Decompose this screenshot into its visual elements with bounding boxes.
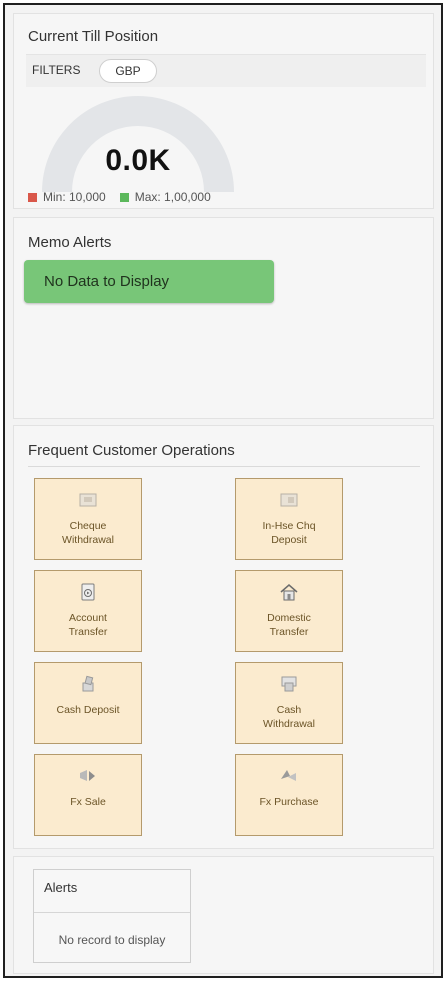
filters-label: FILTERS: [32, 63, 81, 77]
operation-label: Account Transfer: [68, 612, 108, 638]
operation-label: Domestic Transfer: [267, 612, 311, 638]
fx-sale-button[interactable]: Fx Sale: [34, 754, 142, 836]
no-data-message: No Data to Display: [24, 260, 274, 303]
max-label: Max: 1,00,000: [134, 190, 211, 204]
divider: [28, 466, 420, 467]
domestic-transfer-button[interactable]: Domestic Transfer: [235, 570, 343, 652]
panel-title: Memo Alerts: [28, 234, 112, 251]
cheque-withdrawal-button[interactable]: Cheque Withdrawal: [34, 478, 142, 560]
gauge-value: 0.0K: [105, 144, 171, 177]
account-transfer-icon: [77, 581, 99, 603]
operation-label: Cash Deposit: [56, 704, 120, 716]
till-position-panel: Current Till Position FILTERS GBP 0.0K M…: [13, 13, 434, 209]
till-gauge: [42, 96, 234, 192]
min-label: Min: 10,000: [43, 190, 106, 204]
app-frame: Current Till Position FILTERS GBP 0.0K M…: [3, 3, 443, 978]
alerts-title: Alerts: [44, 880, 78, 895]
fx-purchase-icon: [278, 765, 300, 787]
inhouse-cheque-deposit-button[interactable]: In-Hse Chq Deposit: [235, 478, 343, 560]
frequent-operations-panel: Frequent Customer Operations Cheque Withd…: [13, 425, 434, 849]
filters-bar: FILTERS GBP: [26, 54, 426, 87]
gauge-legend: Min: 10,000 Max: 1,00,000: [28, 190, 211, 204]
operation-label: Cheque Withdrawal: [62, 520, 114, 546]
cash-withdrawal-button[interactable]: Cash Withdrawal: [235, 662, 343, 744]
divider: [34, 912, 190, 913]
alerts-panel: Alerts No record to display: [13, 856, 434, 974]
operation-label: Fx Purchase: [259, 796, 319, 808]
currency-filter[interactable]: GBP: [99, 59, 157, 83]
cash-deposit-icon: [77, 673, 99, 695]
panel-title: Current Till Position: [28, 28, 159, 45]
house-icon: [278, 581, 300, 603]
cash-deposit-button[interactable]: Cash Deposit: [34, 662, 142, 744]
alerts-empty-message: No record to display: [58, 933, 166, 947]
cheque-deposit-icon: [278, 489, 300, 511]
cash-withdrawal-icon: [278, 673, 300, 695]
fx-sale-icon: [77, 765, 99, 787]
min-swatch: [28, 192, 37, 202]
operation-label: Fx Sale: [70, 796, 106, 808]
cheque-icon: [77, 489, 99, 511]
memo-alerts-panel: Memo Alerts No Data to Display: [13, 217, 434, 419]
alerts-box: Alerts No record to display: [33, 869, 191, 963]
operation-label: Cash Withdrawal: [263, 704, 315, 730]
max-swatch: [119, 192, 129, 202]
fx-purchase-button[interactable]: Fx Purchase: [235, 754, 343, 836]
panel-title: Frequent Customer Operations: [28, 442, 235, 459]
operation-label: In-Hse Chq Deposit: [262, 520, 316, 546]
account-transfer-button[interactable]: Account Transfer: [34, 570, 142, 652]
